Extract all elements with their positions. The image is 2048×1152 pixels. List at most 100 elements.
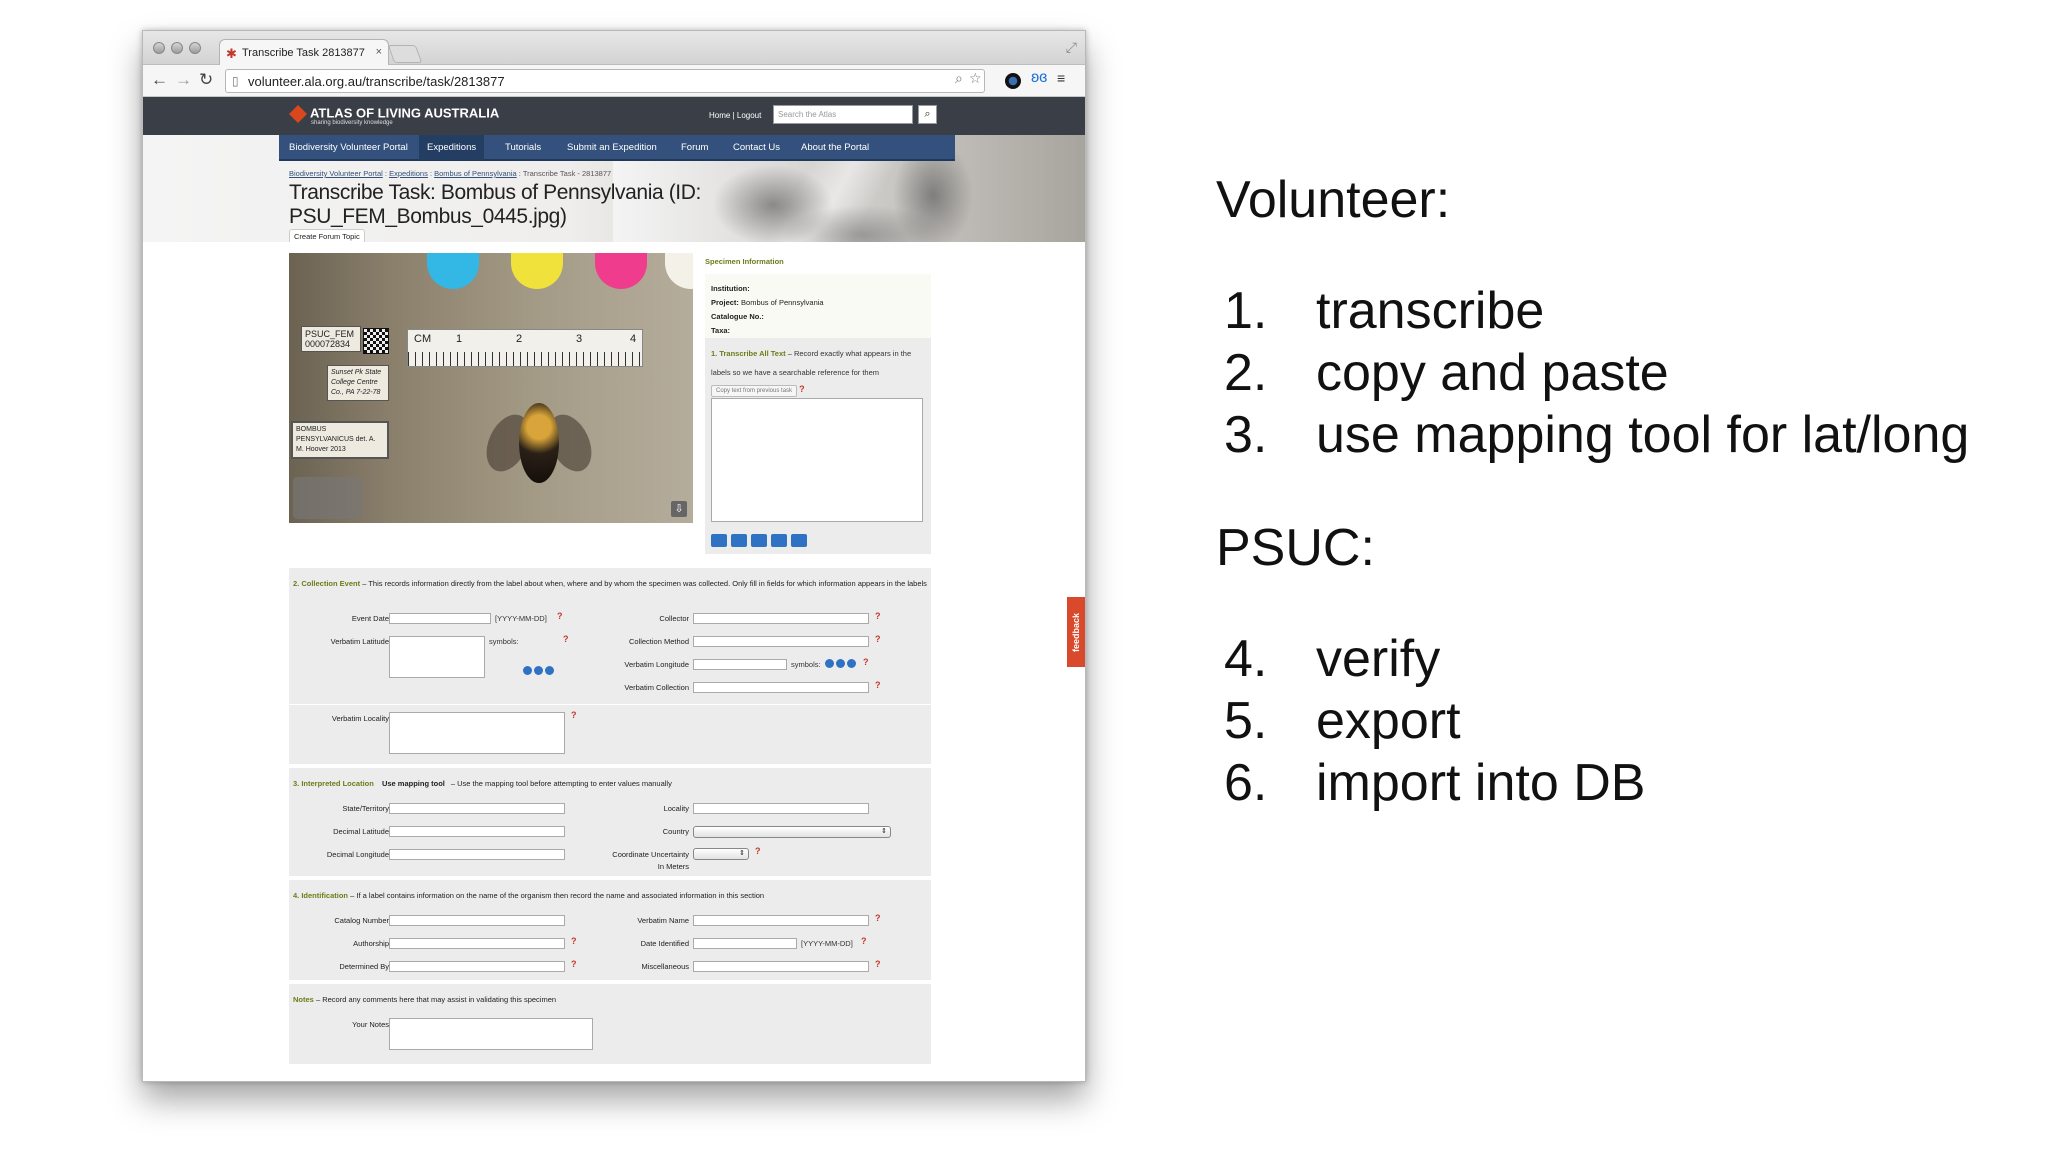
help-icon[interactable]: ?	[571, 959, 577, 969]
image-zoom-pan-controls[interactable]	[293, 477, 363, 519]
symbol-second-button[interactable]	[545, 666, 554, 675]
download-icon[interactable]: ⇩	[671, 501, 687, 517]
symbol-button[interactable]	[771, 534, 787, 547]
forward-arrow-icon[interactable]: →	[175, 71, 192, 88]
transcribe-all-textarea[interactable]	[711, 398, 923, 522]
miscellaneous-label: Miscellaneous	[641, 962, 689, 971]
determined-by-input[interactable]	[389, 961, 565, 972]
back-arrow-icon[interactable]: ←	[151, 71, 168, 88]
help-icon[interactable]: ?	[875, 634, 881, 644]
nav-portal[interactable]: Biodiversity Volunteer Portal	[289, 142, 408, 153]
miscellaneous-input[interactable]	[693, 961, 869, 972]
nav-contact[interactable]: Contact Us	[733, 142, 780, 153]
symbol-button[interactable]	[731, 534, 747, 547]
close-window-button[interactable]	[153, 42, 165, 54]
atlas-search-input[interactable]: Search the Atlas	[773, 105, 913, 124]
verbatim-longitude-input[interactable]	[693, 659, 787, 670]
bumblebee-specimen	[478, 383, 600, 503]
help-icon[interactable]: ?	[861, 936, 867, 946]
fullscreen-icon[interactable]: ⤢	[1066, 39, 1077, 56]
menu-icon[interactable]: ≡	[1057, 70, 1065, 86]
authorship-input[interactable]	[389, 938, 565, 949]
step-number: 6.	[1224, 754, 1268, 812]
copy-previous-task-button[interactable]: Copy text from previous task	[711, 385, 798, 397]
step-text: verify	[1316, 630, 1441, 688]
specimen-info-box: Institution: Project: Bombus of Pennsylv…	[705, 274, 931, 346]
decimal-longitude-input[interactable]	[389, 849, 565, 860]
verbatim-collection-input[interactable]	[693, 682, 869, 693]
address-bar[interactable]: ▯ volunteer.ala.org.au/transcribe/task/2…	[225, 69, 985, 93]
specimen-image-viewer[interactable]: CM 1 2 3 4 PSUC_FEM 000072834 Sunset Pk …	[289, 253, 693, 523]
ruler-ticks	[408, 352, 642, 366]
coordinate-uncertainty-select[interactable]: ⇕	[693, 848, 749, 860]
symbol-minute-button[interactable]	[836, 659, 845, 668]
feedback-tab[interactable]: feedback	[1067, 597, 1085, 667]
crumb-portal[interactable]: Biodiversity Volunteer Portal	[289, 169, 383, 178]
institution-label: Institution:	[711, 284, 750, 293]
symbol-degree-button[interactable]	[523, 666, 532, 675]
volunteer-steps: 1. transcribe 2. copy and paste 3. use mapp…	[1216, 280, 1969, 466]
help-icon[interactable]: ?	[875, 913, 881, 923]
verbatim-latitude-input[interactable]	[389, 636, 485, 678]
nav-expeditions[interactable]: Expeditions	[419, 135, 485, 160]
zoom-window-button[interactable]	[189, 42, 201, 54]
home-logout-links[interactable]: Home | Logout	[709, 111, 761, 120]
in-meters-label: In Meters	[657, 862, 689, 871]
help-icon[interactable]: ?	[755, 846, 761, 856]
verbatim-locality-input[interactable]	[389, 712, 565, 754]
nav-submit-expedition[interactable]: Submit an Expedition	[567, 142, 657, 153]
symbol-button[interactable]	[751, 534, 767, 547]
butterfly-extension-icon[interactable]: ʚɞ	[1031, 69, 1047, 87]
help-icon[interactable]: ?	[875, 611, 881, 621]
help-icon[interactable]: ?	[563, 634, 569, 644]
help-icon[interactable]: ?	[571, 710, 577, 720]
ruler-tick-3: 3	[576, 333, 583, 345]
symbol-degree-button[interactable]	[825, 659, 834, 668]
state-territory-input[interactable]	[389, 803, 565, 814]
nav-forum[interactable]: Forum	[681, 142, 708, 153]
crumb-bombus[interactable]: Bombus of Pennsylvania	[434, 169, 517, 178]
locality-input[interactable]	[693, 803, 869, 814]
help-icon[interactable]: ?	[557, 611, 563, 621]
interpreted-location-heading: 3. Interpreted Location	[293, 779, 374, 788]
browser-tab[interactable]: ✱ Transcribe Task 2813877 ×	[219, 39, 389, 66]
help-icon[interactable]: ?	[571, 936, 577, 946]
crumb-expeditions[interactable]: Expeditions	[389, 169, 428, 178]
bookmark-star-icon[interactable]: ☆	[969, 70, 982, 87]
minimize-window-button[interactable]	[171, 42, 183, 54]
help-icon[interactable]: ?	[799, 384, 805, 394]
your-notes-textarea[interactable]	[389, 1018, 593, 1050]
collector-input[interactable]	[693, 613, 869, 624]
symbol-minute-button[interactable]	[534, 666, 543, 675]
search-icon[interactable]: ⌕	[955, 70, 963, 87]
decimal-latitude-input[interactable]	[389, 826, 565, 837]
create-forum-topic-button[interactable]: Create Forum Topic	[289, 229, 365, 242]
catalogue-label: Catalogue No.:	[711, 312, 764, 321]
symbol-button[interactable]	[711, 534, 727, 547]
date-identified-input[interactable]	[693, 938, 797, 949]
symbol-second-button[interactable]	[847, 659, 856, 668]
collection-method-input[interactable]	[693, 636, 869, 647]
help-icon[interactable]: ?	[875, 959, 881, 969]
decimal-latitude-label: Decimal Latitude	[333, 827, 389, 836]
page-icon: ▯	[232, 74, 239, 88]
event-date-input[interactable]	[389, 613, 491, 624]
notes-section: Notes – Record any comments here that ma…	[289, 984, 931, 1064]
ala-logo[interactable]: ATLAS OF LIVING AUSTRALIA sharing biodiv…	[289, 105, 499, 126]
symbol-button[interactable]	[791, 534, 807, 547]
country-select[interactable]: ⇕	[693, 826, 891, 838]
nav-tutorials[interactable]: Tutorials	[505, 142, 541, 153]
extension-globe-icon[interactable]	[1005, 73, 1021, 89]
search-button-icon[interactable]: ⌕	[918, 105, 937, 124]
help-icon[interactable]: ?	[875, 680, 881, 690]
catalog-number-input[interactable]	[389, 915, 565, 926]
reload-icon[interactable]: ↻	[199, 71, 213, 88]
tab-close-icon[interactable]: ×	[376, 46, 382, 58]
help-icon[interactable]: ?	[863, 657, 869, 667]
nav-about[interactable]: About the Portal	[801, 142, 869, 153]
project-value: Bombus of Pennsylvania	[741, 298, 824, 307]
web-page: ATLAS OF LIVING AUSTRALIA sharing biodiv…	[143, 97, 1085, 1081]
verbatim-name-input[interactable]	[693, 915, 869, 926]
new-tab-button[interactable]	[387, 45, 423, 63]
use-mapping-tool-button[interactable]: Use mapping tool	[376, 779, 451, 788]
